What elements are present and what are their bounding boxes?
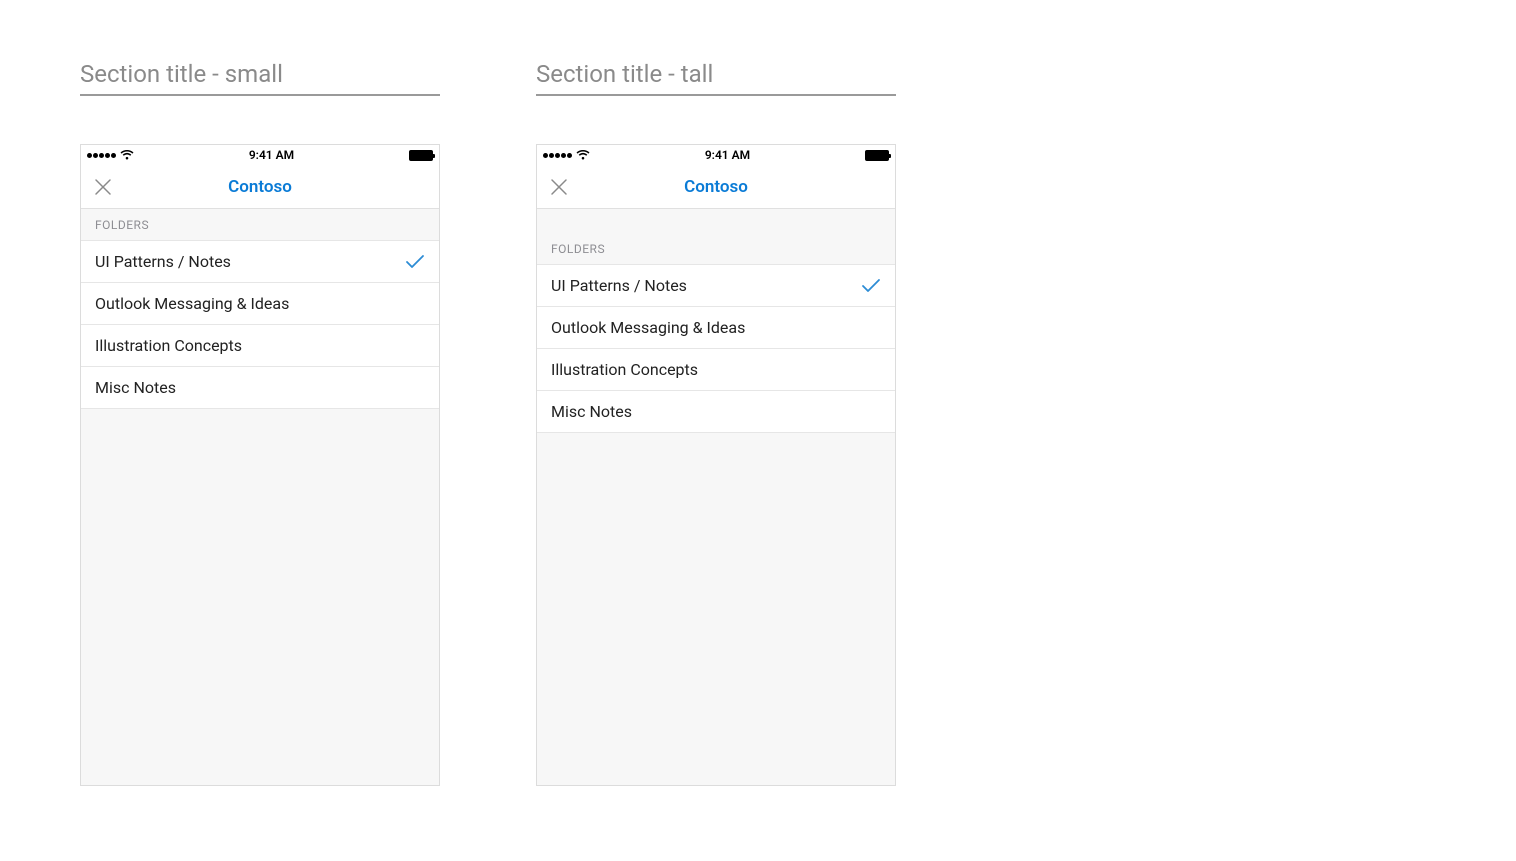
example-small: Section title - small 9:41 AM [80, 60, 440, 786]
battery-icon [409, 150, 433, 161]
list-item[interactable]: UI Patterns / Notes [537, 265, 895, 307]
wifi-icon [576, 150, 590, 160]
list-item[interactable]: Outlook Messaging & Ideas [81, 283, 439, 325]
list-item-label: Misc Notes [95, 378, 176, 397]
section-header-label: FOLDERS [95, 218, 149, 232]
list-item-label: Misc Notes [551, 402, 632, 421]
signal-strength-icon [543, 153, 572, 158]
nav-title: Contoso [537, 177, 895, 197]
list-item-label: Illustration Concepts [551, 360, 698, 379]
phone-frame-tall: 9:41 AM Contoso FOLDERS UI Patterns / No… [536, 144, 896, 786]
list-item-label: Outlook Messaging & Ideas [551, 318, 745, 337]
example-title-small: Section title - small [80, 60, 440, 96]
status-bar: 9:41 AM [81, 145, 439, 165]
list-item-label: Illustration Concepts [95, 336, 242, 355]
battery-icon [865, 150, 889, 161]
folder-list: UI Patterns / Notes Outlook Messaging & … [537, 265, 895, 433]
list-item[interactable]: Outlook Messaging & Ideas [537, 307, 895, 349]
wifi-icon [120, 150, 134, 160]
list-item[interactable]: Illustration Concepts [81, 325, 439, 367]
nav-bar: Contoso [81, 165, 439, 209]
nav-bar: Contoso [537, 165, 895, 209]
signal-strength-icon [87, 153, 116, 158]
list-item[interactable]: UI Patterns / Notes [81, 241, 439, 283]
list-item-label: Outlook Messaging & Ideas [95, 294, 289, 313]
status-time: 9:41 AM [705, 148, 750, 162]
list-item[interactable]: Misc Notes [81, 367, 439, 409]
example-tall: Section title - tall 9:41 AM C [536, 60, 896, 786]
section-header-folders: FOLDERS [81, 209, 439, 241]
status-left [543, 150, 590, 160]
close-icon[interactable] [547, 175, 571, 199]
list-item-label: UI Patterns / Notes [551, 276, 687, 295]
example-title-tall: Section title - tall [536, 60, 896, 96]
list-item[interactable]: Illustration Concepts [537, 349, 895, 391]
status-time: 9:41 AM [249, 148, 294, 162]
section-header-label: FOLDERS [551, 242, 605, 256]
close-icon[interactable] [91, 175, 115, 199]
list-item[interactable]: Misc Notes [537, 391, 895, 433]
phone-frame-small: 9:41 AM Contoso FOLDERS UI Patterns / No… [80, 144, 440, 786]
nav-title: Contoso [81, 177, 439, 197]
checkmark-icon [861, 278, 881, 294]
folder-list: UI Patterns / Notes Outlook Messaging & … [81, 241, 439, 409]
status-left [87, 150, 134, 160]
checkmark-icon [405, 254, 425, 270]
examples-container: Section title - small 9:41 AM [80, 60, 1436, 786]
list-item-label: UI Patterns / Notes [95, 252, 231, 271]
status-bar: 9:41 AM [537, 145, 895, 165]
section-header-folders: FOLDERS [537, 209, 895, 265]
